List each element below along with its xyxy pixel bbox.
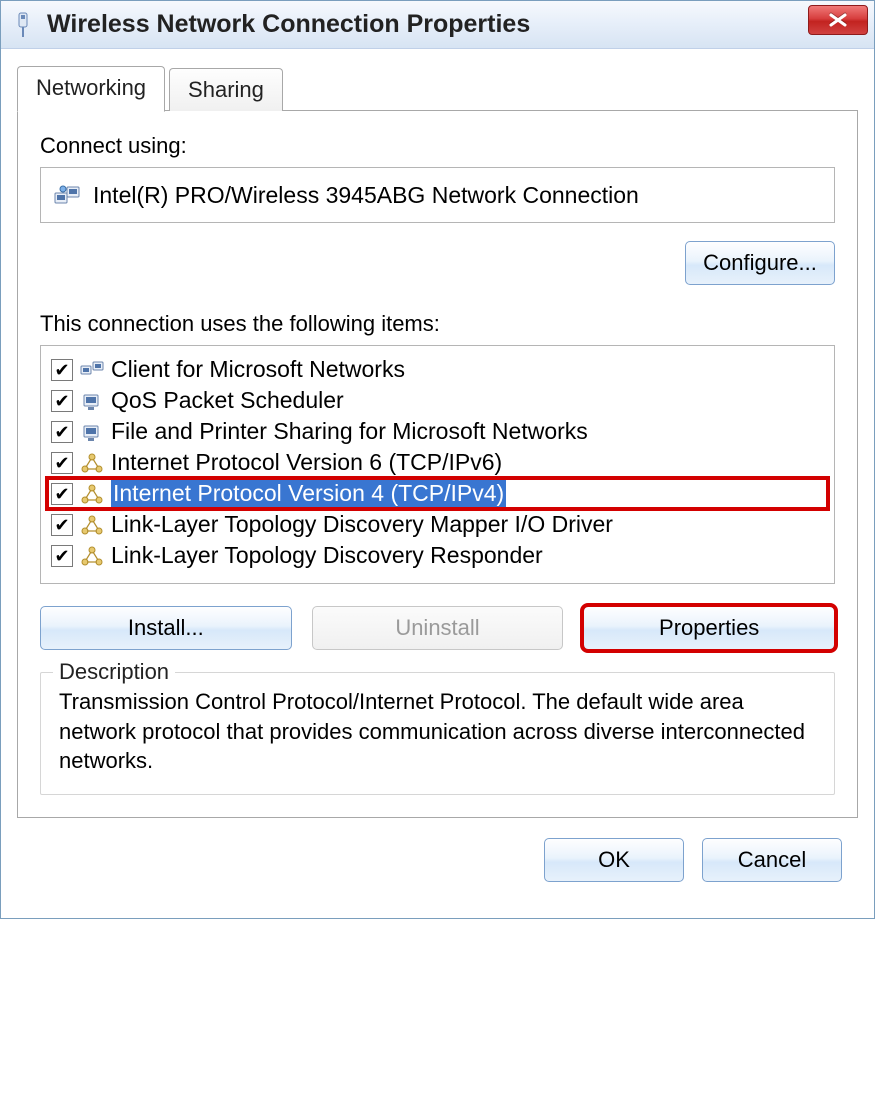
dialog-button-row: OK Cancel [17,818,858,902]
window: Wireless Network Connection Properties N… [0,0,875,919]
tab-strip: Networking Sharing [17,65,858,111]
ok-button[interactable]: OK [544,838,684,882]
list-item[interactable]: Client for Microsoft Networks [47,354,828,385]
item-checkbox[interactable] [51,545,73,567]
item-checkbox[interactable] [51,452,73,474]
protocol-icon [79,513,105,537]
install-button[interactable]: Install... [40,606,292,650]
item-label: QoS Packet Scheduler [111,387,344,414]
adapter-icon [53,183,81,207]
item-checkbox[interactable] [51,514,73,536]
network-adapter-icon [11,11,35,39]
item-label: Link-Layer Topology Discovery Responder [111,542,543,569]
protocol-icon [79,544,105,568]
item-label: Client for Microsoft Networks [111,356,405,383]
properties-button[interactable]: Properties [583,606,835,650]
service-icon [79,420,105,444]
list-item[interactable]: File and Printer Sharing for Microsoft N… [47,416,828,447]
item-checkbox[interactable] [51,359,73,381]
item-checkbox[interactable] [51,421,73,443]
tab-panel-networking: Connect using: Intel(R) PRO/Wireless 394… [17,110,858,818]
item-label: Internet Protocol Version 4 (TCP/IPv4) [111,480,506,507]
client-icon [79,358,105,382]
list-item[interactable]: Internet Protocol Version 6 (TCP/IPv6) [47,447,828,478]
window-title: Wireless Network Connection Properties [47,10,530,39]
protocol-icon [79,451,105,475]
service-icon [79,389,105,413]
uninstall-button: Uninstall [312,606,564,650]
connect-using-label: Connect using: [40,133,835,159]
close-button[interactable] [808,5,868,35]
adapter-name: Intel(R) PRO/Wireless 3945ABG Network Co… [93,182,639,209]
items-list[interactable]: Client for Microsoft Networks QoS Packet … [40,345,835,584]
configure-button[interactable]: Configure... [685,241,835,285]
list-item[interactable]: Link-Layer Topology Discovery Responder [47,540,828,571]
adapter-field[interactable]: Intel(R) PRO/Wireless 3945ABG Network Co… [40,167,835,223]
protocol-icon [79,482,105,506]
tab-sharing[interactable]: Sharing [169,68,283,111]
cancel-button[interactable]: Cancel [702,838,842,882]
item-checkbox[interactable] [51,390,73,412]
titlebar: Wireless Network Connection Properties [1,1,874,49]
tab-networking[interactable]: Networking [17,66,165,112]
list-item[interactable]: QoS Packet Scheduler [47,385,828,416]
list-item[interactable]: Link-Layer Topology Discovery Mapper I/O… [47,509,828,540]
client-area: Networking Sharing Connect using: Intel(… [1,49,874,918]
item-label: Internet Protocol Version 6 (TCP/IPv6) [111,449,502,476]
items-label: This connection uses the following items… [40,311,835,337]
item-label: Link-Layer Topology Discovery Mapper I/O… [111,511,613,538]
item-label: File and Printer Sharing for Microsoft N… [111,418,588,445]
description-legend: Description [53,659,175,685]
item-checkbox[interactable] [51,483,73,505]
description-group: Description Transmission Control Protoco… [40,672,835,795]
description-text: Transmission Control Protocol/Internet P… [59,687,816,776]
list-item[interactable]: Internet Protocol Version 4 (TCP/IPv4) [47,478,828,509]
